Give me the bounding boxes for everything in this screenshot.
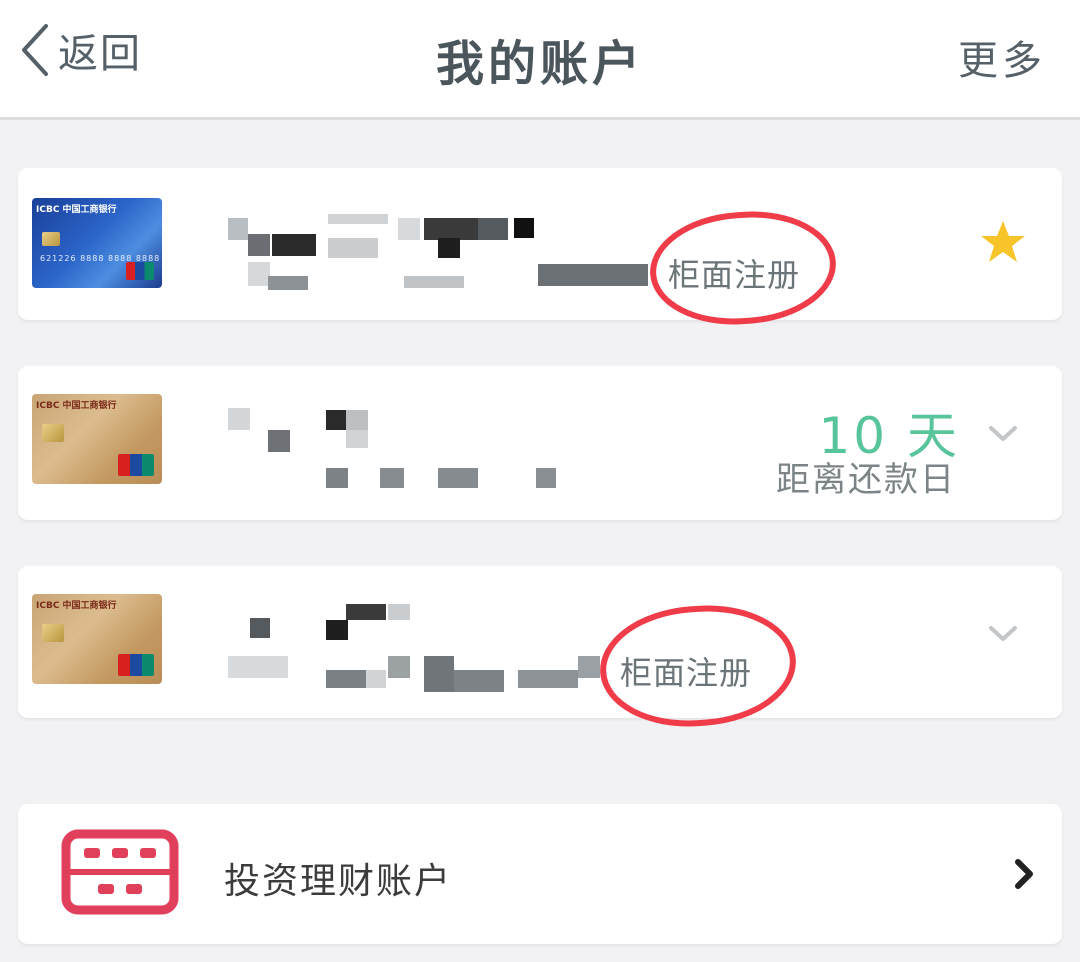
repay-label: 距离还款日 (776, 460, 956, 500)
invest-account-item[interactable]: 投资理财账户 (18, 804, 1062, 944)
chevron-down-icon[interactable] (988, 624, 1018, 644)
bank-card-image: ICBC 中国工商银行 (32, 394, 162, 484)
account-card[interactable]: ICBC 中国工商银行 621226 8888 8888 8888 柜面注册 (18, 168, 1062, 331)
account-card[interactable]: ICBC 中国工商银行 柜面注册 (18, 566, 1062, 733)
chevron-down-icon[interactable] (988, 424, 1018, 444)
annotation-circle (646, 205, 840, 331)
redacted-account-info (228, 396, 588, 496)
unionpay-logo (126, 262, 154, 280)
unionpay-logo (118, 654, 154, 676)
redacted-account-info (228, 208, 648, 298)
bank-brand: ICBC 中国工商银行 (36, 601, 117, 611)
invest-label: 投资理财账户 (224, 861, 453, 902)
star-icon[interactable] (978, 218, 1028, 268)
abacus-icon (61, 829, 179, 915)
redacted-account-info (228, 598, 608, 698)
chevron-right-icon (1015, 859, 1033, 889)
more-button[interactable]: 更多 (958, 28, 1046, 86)
unionpay-logo (118, 454, 154, 476)
card-chip (42, 424, 64, 442)
card-chip (42, 232, 60, 246)
bank-card-image: ICBC 中国工商银行 621226 8888 8888 8888 (32, 198, 162, 288)
bank-brand: ICBC 中国工商银行 (36, 401, 117, 411)
navbar: 返回 我的账户 更多 (0, 0, 1080, 120)
page-title: 我的账户 (435, 36, 644, 92)
account-card[interactable]: ICBC 中国工商银行 10 天 距离还款日 (18, 366, 1062, 520)
bank-brand: ICBC 中国工商银行 (36, 205, 117, 215)
bank-card-image: ICBC 中国工商银行 (32, 594, 162, 684)
annotation-circle (596, 599, 800, 733)
card-chip (42, 624, 64, 642)
